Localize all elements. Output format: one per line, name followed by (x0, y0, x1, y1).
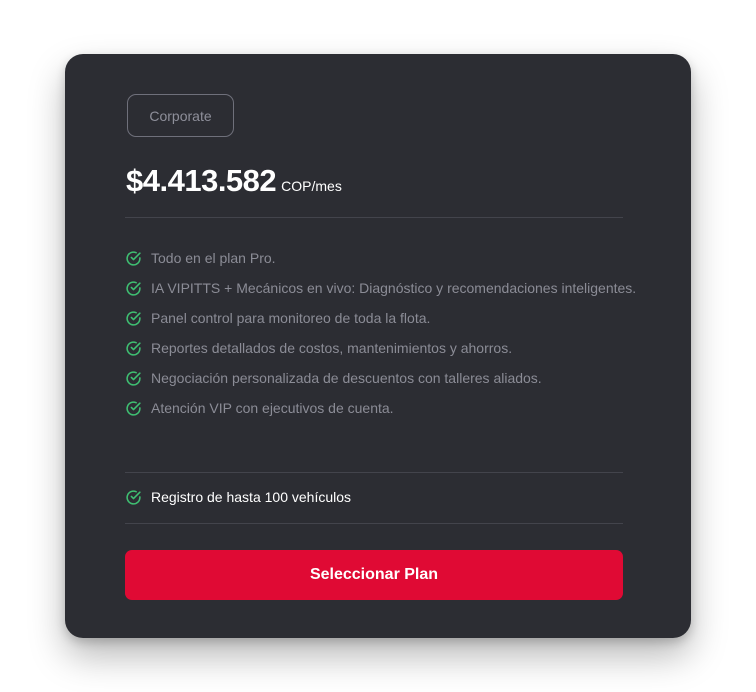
feature-text: Todo en el plan Pro. (151, 250, 276, 266)
check-circle-icon (125, 400, 142, 417)
check-circle-icon (125, 280, 142, 297)
divider (125, 472, 623, 473)
feature-text: Negociación personalizada de descuentos … (151, 370, 542, 386)
feature-text: Atención VIP con ejecutivos de cuenta. (151, 400, 394, 416)
divider (125, 523, 623, 524)
feature-list: Todo en el plan Pro. IA VIPITTS + Mecáni… (125, 243, 637, 423)
feature-text: Panel control para monitoreo de toda la … (151, 310, 431, 326)
vehicle-limit: Registro de hasta 100 vehículos (125, 482, 351, 512)
price-unit: COP/mes (281, 178, 342, 194)
check-circle-icon (125, 489, 142, 506)
select-plan-button[interactable]: Seleccionar Plan (125, 550, 623, 600)
check-circle-icon (125, 250, 142, 267)
feature-item: Reportes detallados de costos, mantenimi… (125, 333, 635, 363)
divider (125, 217, 623, 218)
plan-name-badge: Corporate (127, 94, 234, 137)
price-row: $4.413.582 COP/mes (126, 163, 342, 199)
vehicle-limit-text: Registro de hasta 100 vehículos (151, 489, 352, 505)
feature-text: IA VIPITTS + Mecánicos en vivo: Diagnóst… (151, 280, 637, 296)
check-circle-icon (125, 310, 142, 327)
price-amount: $4.413.582 (126, 163, 277, 198)
pricing-card: Corporate $4.413.582 COP/mes Todo en el … (65, 54, 691, 638)
check-circle-icon (125, 340, 142, 357)
feature-text: Reportes detallados de costos, mantenimi… (151, 340, 513, 356)
feature-item: Panel control para monitoreo de toda la … (125, 303, 635, 333)
feature-item: Todo en el plan Pro. (125, 243, 635, 273)
feature-item: IA VIPITTS + Mecánicos en vivo: Diagnóst… (125, 273, 637, 303)
feature-item: Atención VIP con ejecutivos de cuenta. (125, 393, 635, 423)
check-circle-icon (125, 370, 142, 387)
feature-item: Negociación personalizada de descuentos … (125, 363, 635, 393)
